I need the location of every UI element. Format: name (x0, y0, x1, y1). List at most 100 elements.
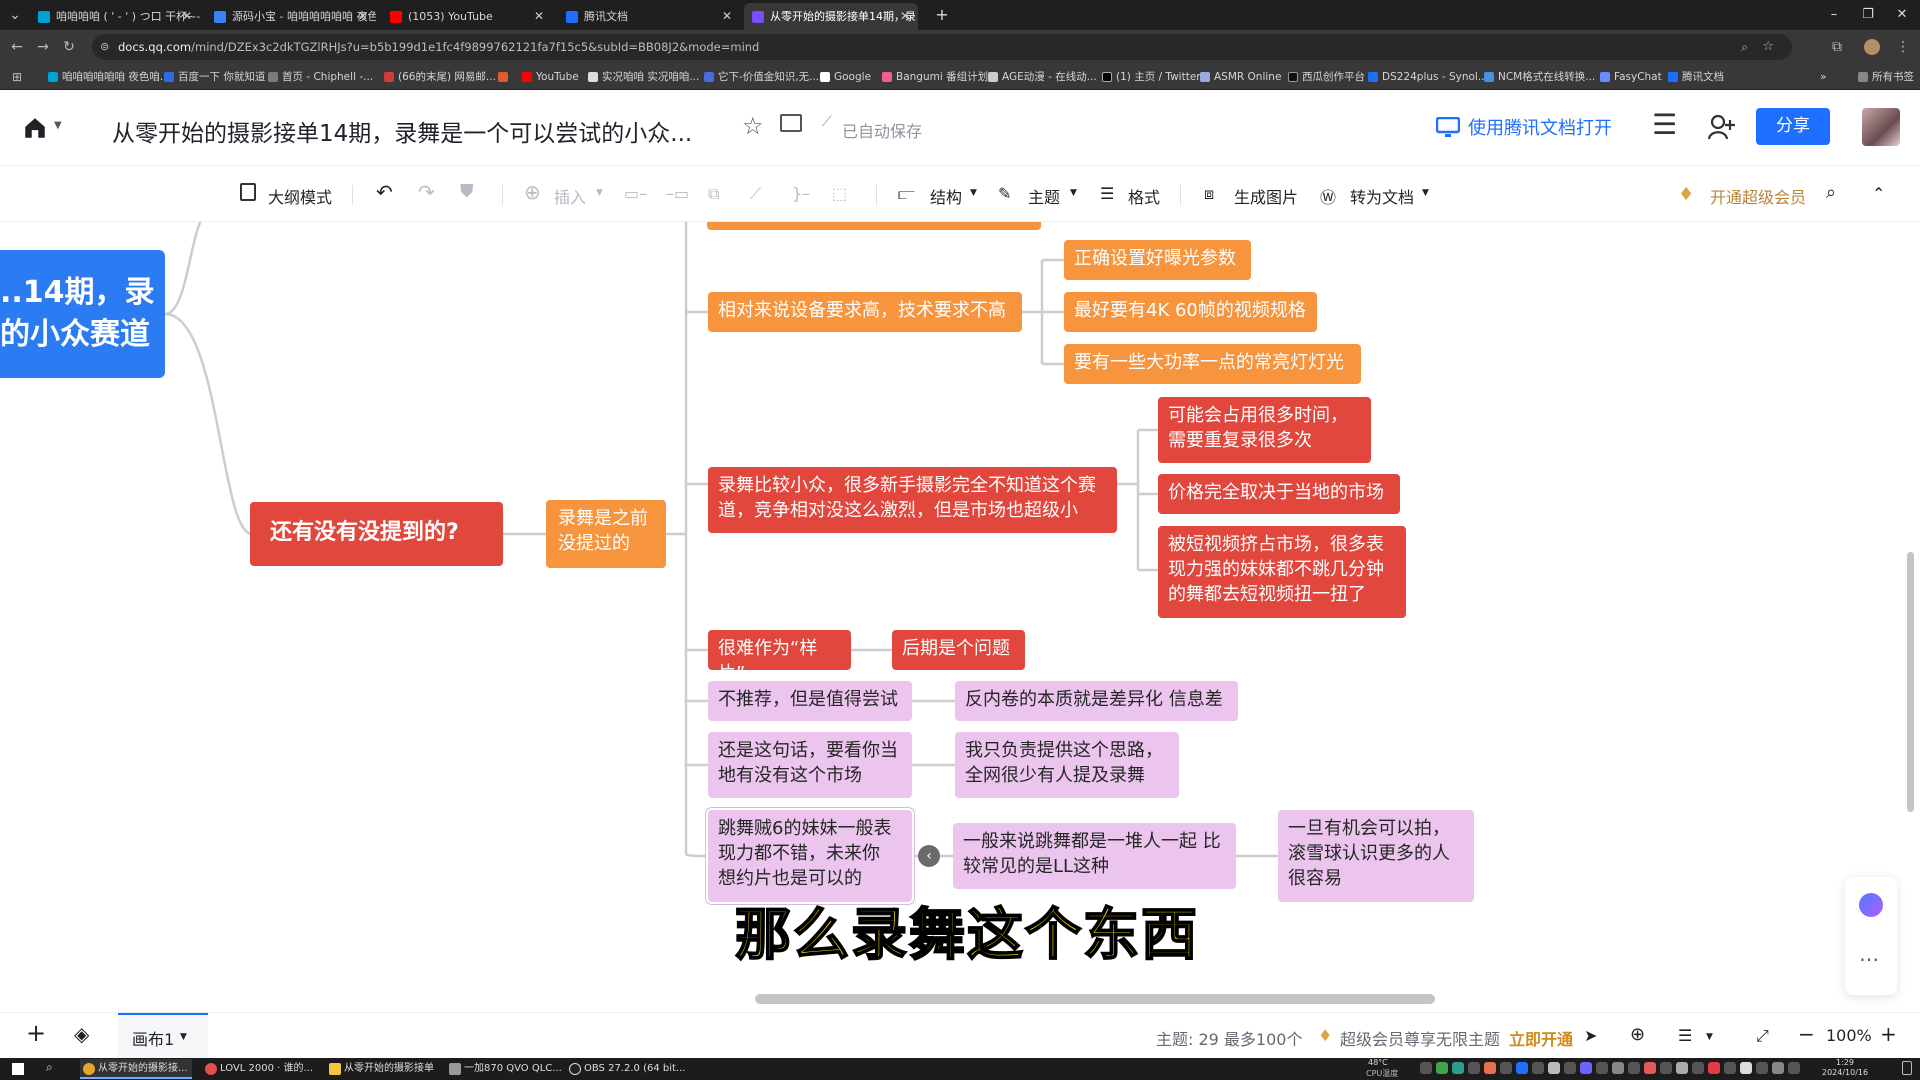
canvas-tab-label[interactable]: 画布1 (132, 1026, 174, 1050)
tray-icon[interactable] (1708, 1062, 1720, 1074)
bookmark-item[interactable]: 腾讯文档 (1668, 64, 1724, 90)
tray-icon[interactable] (1756, 1062, 1768, 1074)
tray-icon[interactable] (1532, 1062, 1544, 1074)
bookmark-item[interactable]: 它下-价值金知识,无... (704, 64, 819, 90)
tray-icon[interactable] (1596, 1062, 1608, 1074)
reload-icon[interactable]: ↻ (60, 38, 78, 56)
url-input[interactable]: ⊜ docs.qq.com/mind/DZEx3c2dkTGZlRHJs?u=b… (92, 34, 1792, 60)
bookmark-item[interactable]: (66的末尾) 网易邮... (384, 64, 496, 90)
clock-time[interactable]: 1:29 (1836, 1058, 1854, 1067)
browser-tab-5-active[interactable]: 从零开始的摄影接单14期，录舞 ✕ (744, 3, 918, 30)
all-bookmarks-folder[interactable]: 所有书签 (1858, 64, 1914, 90)
upgrade-vip-link[interactable]: 开通超级会员 (1710, 184, 1806, 208)
topic-node[interactable]: 录舞比较小众，很多新手摄影完全不知道这个赛 道，竞争相对没这么激烈，但是市场也超… (708, 467, 1117, 533)
close-icon[interactable]: ✕ (900, 3, 910, 30)
menu-kebab-icon[interactable]: ⋮ (1894, 38, 1912, 56)
topic-node[interactable]: 一旦有机会可以拍， 滚雪球认识更多的人 很容易 (1278, 810, 1474, 902)
bookmark-item[interactable]: 实况咱咱 实况咱咱... (588, 64, 699, 90)
tray-icon[interactable] (1612, 1062, 1624, 1074)
topic-node[interactable]: 被短视频挤占市场，很多表 现力强的妹妹都不跳几分钟 的舞都去短视频扭一扭了 (1158, 526, 1406, 618)
structure-dropdown[interactable]: 结构 (930, 184, 962, 208)
root-topic[interactable]: ..14期，录 的小众赛道 (0, 250, 165, 378)
doc-title[interactable]: 从零开始的摄影接单14期，录舞是一个可以尝试的小众... (112, 114, 692, 148)
insert-plus-icon[interactable]: ⊕ (524, 180, 541, 204)
add-child-topic-icon[interactable]: ▭– (624, 184, 647, 203)
tray-icon[interactable] (1628, 1062, 1640, 1074)
convert-to-doc-dropdown[interactable]: 转为文档 (1350, 184, 1414, 208)
bookmark-item[interactable]: (1) 主页 / Twitter (1102, 64, 1201, 90)
summary-icon[interactable]: }– (792, 184, 810, 203)
taskbar-app[interactable]: LOVL 2000 · 谁的... (202, 1059, 314, 1079)
tray-icon[interactable] (1740, 1062, 1752, 1074)
topic-node-selected[interactable]: 跳舞贼6的妹妹一般表 现力都不错，未来你 想约片也是可以的 (708, 810, 912, 902)
ai-assistant-icon[interactable] (1859, 893, 1883, 917)
user-avatar[interactable] (1862, 108, 1900, 146)
bookmark-item[interactable]: ASMR Online (1200, 64, 1281, 90)
image-icon[interactable]: ⧈ (1204, 184, 1214, 204)
locate-center-icon[interactable]: ⊕ (1630, 1024, 1645, 1045)
topic-node[interactable]: 最好要有4K 60帧的视频规格 (1064, 292, 1317, 332)
bookmark-item[interactable]: YouTube (522, 64, 579, 90)
fit-screen-icon[interactable]: ⤢ (1756, 1026, 1769, 1046)
topic-node[interactable]: 可能会占用很多时间， 需要重复录很多次 (1158, 397, 1371, 463)
browser-tab-4[interactable]: 腾讯文档 ✕ (558, 3, 740, 30)
notification-icon[interactable] (1902, 1061, 1912, 1075)
site-info-icon[interactable]: ⊜ (100, 34, 109, 60)
taskbar-app-obs[interactable]: OBS 27.2.0 (64 bit... (566, 1059, 685, 1079)
close-icon[interactable]: ✕ (534, 3, 544, 30)
tray-icon[interactable] (1516, 1062, 1528, 1074)
browser-tab-2[interactable]: 源码小宝 - 咱咱咱咱咱咱 夜色咱咱咱 ✕ (206, 3, 376, 30)
tray-icon[interactable] (1468, 1062, 1480, 1074)
bookmark-item[interactable]: 西瓜创作平台 (1288, 64, 1365, 90)
tray-icon[interactable] (1724, 1062, 1736, 1074)
bookmark-item[interactable]: 首页 - Chiphell -... (268, 64, 373, 90)
tray-icon[interactable] (1420, 1062, 1432, 1074)
extensions-icon[interactable]: ⧉ (1828, 38, 1846, 56)
layout-icon[interactable]: ☰ (1678, 1026, 1692, 1045)
bookmark-item[interactable]: NCM格式在线转换... (1484, 64, 1595, 90)
outline-mode-button[interactable]: 大纲模式 (268, 184, 332, 208)
tray-icon[interactable] (1676, 1062, 1688, 1074)
bookmark-item[interactable]: 咱咱咱咱咱咱 夜色咱... (48, 64, 170, 90)
tray-icon[interactable] (1788, 1062, 1800, 1074)
topic-node[interactable]: 一般来说跳舞都是一堆人一起 比 较常见的是LL这种 (953, 823, 1236, 889)
close-icon[interactable]: ✕ (182, 3, 192, 30)
topic-node[interactable]: 正确设置好曝光参数 (1064, 240, 1251, 280)
structure-icon[interactable]: ⫍ (898, 184, 915, 204)
bookmark-item[interactable]: Bangumi 番组计划 (882, 64, 988, 90)
tray-icon[interactable] (1548, 1062, 1560, 1074)
redo-icon[interactable]: ↷ (418, 180, 435, 204)
mindmap-canvas[interactable]: ..14期，录 的小众赛道 还有没有没提到的? 录舞是之前 没提过的 相对来说设… (0, 222, 1920, 1012)
send-icon[interactable]: ➤ (1584, 1026, 1597, 1045)
collapse-toolbar-icon[interactable]: ⌃ (1872, 184, 1885, 203)
tray-icon[interactable] (1692, 1062, 1704, 1074)
horizontal-scrollbar[interactable] (755, 994, 1435, 1004)
structure-caret-icon[interactable]: ▼ (970, 188, 977, 198)
bookmark-item[interactable]: 百度一下 你就知道 (164, 64, 265, 90)
tray-icon[interactable] (1484, 1062, 1496, 1074)
canvas-tab-caret-icon[interactable]: ▼ (180, 1032, 187, 1042)
add-parent-topic-icon[interactable]: ⧉ (708, 184, 719, 204)
outline-icon[interactable] (240, 183, 256, 201)
theme-dropdown[interactable]: 主题 (1028, 184, 1060, 208)
layout-caret-icon[interactable]: ▼ (1706, 1032, 1713, 1042)
tab-search-icon[interactable]: ⌄ (6, 6, 24, 24)
clock-date[interactable]: 2024/10/16 (1822, 1068, 1868, 1077)
bookmark-item[interactable]: Google (820, 64, 871, 90)
partial-node-top[interactable] (707, 222, 1041, 230)
topic-node[interactable]: 很难作为“样片” (708, 630, 851, 684)
taskbar-app-chrome[interactable]: 从零开始的摄影接... (80, 1059, 192, 1079)
close-icon[interactable]: ✕ (358, 3, 368, 30)
topic-node[interactable]: 后期是个问题 (892, 630, 1025, 670)
tray-icon[interactable] (1452, 1062, 1464, 1074)
home-icon[interactable] (22, 115, 48, 141)
topic-node[interactable]: 价格完全取决于当地的市场 (1158, 474, 1400, 514)
sub-topic[interactable]: 录舞是之前 没提过的 (546, 500, 666, 568)
open-in-tencent-docs-button[interactable]: 使用腾讯文档打开 (1468, 114, 1612, 140)
undo-icon[interactable]: ↶ (376, 180, 393, 204)
word-doc-icon[interactable]: Ⓦ (1320, 184, 1336, 208)
topic-node[interactable]: 相对来说设备要求高，技术要求不高 (708, 292, 1022, 332)
apps-grid-icon[interactable]: ⊞ (8, 68, 26, 86)
forward-icon[interactable]: → (34, 38, 52, 56)
tray-icon[interactable] (1500, 1062, 1512, 1074)
